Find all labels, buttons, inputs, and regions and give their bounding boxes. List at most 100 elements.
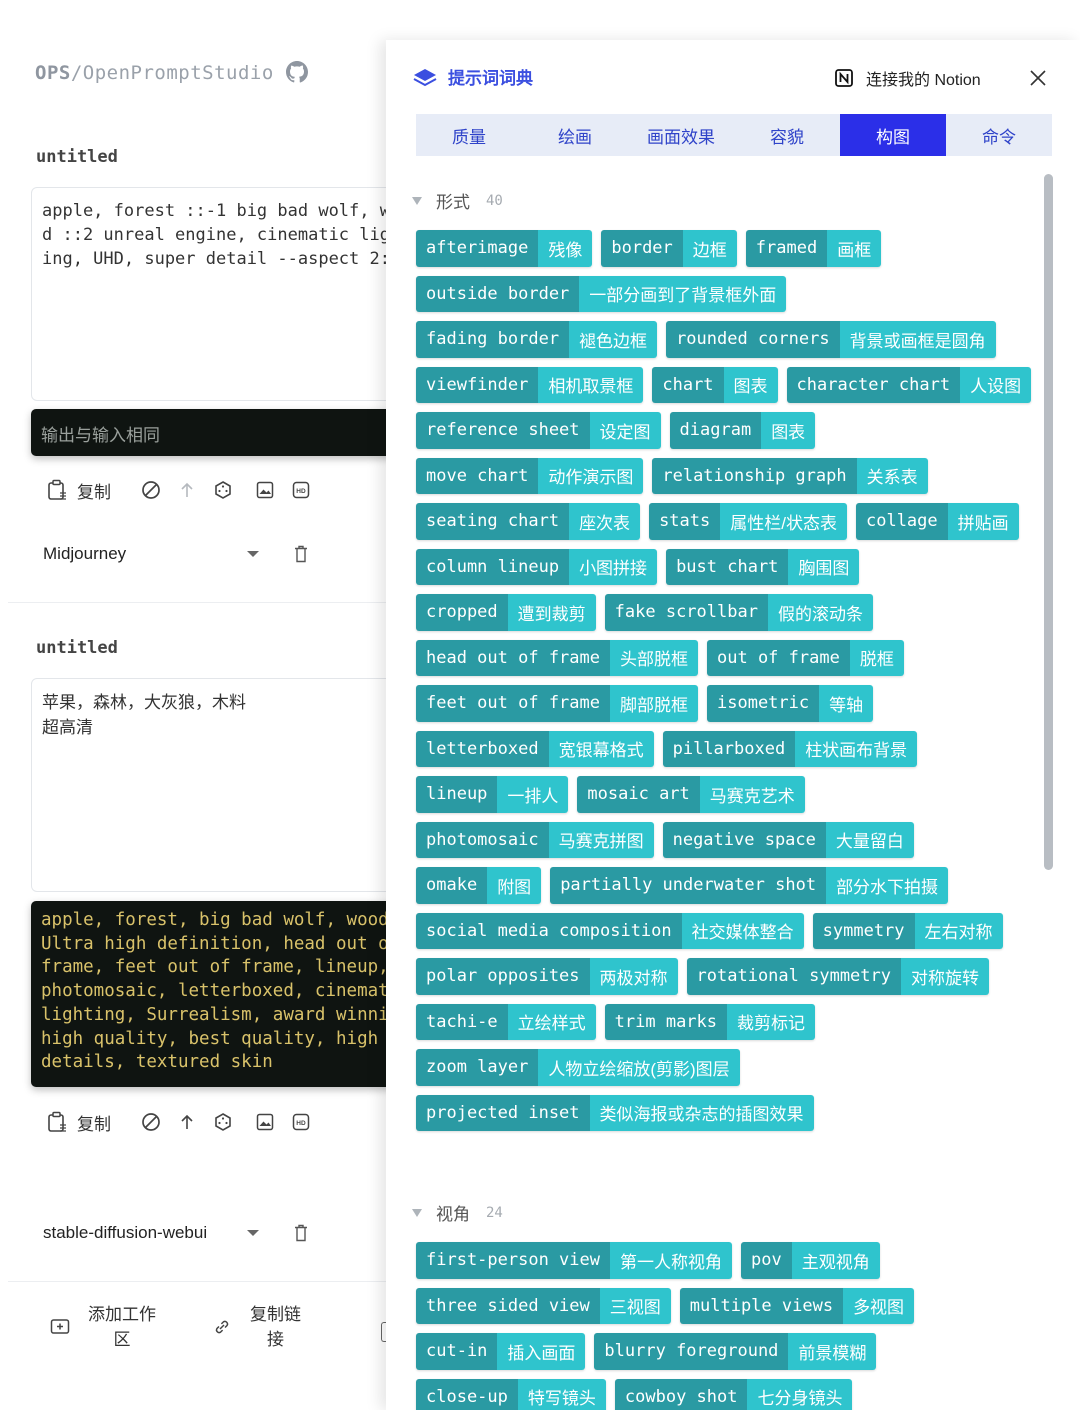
prompt-tag[interactable]: lineup 一排人	[416, 776, 569, 813]
copy-button[interactable]: 复制	[31, 1102, 127, 1142]
prompt-tag[interactable]: negative space 大量留白	[662, 821, 914, 858]
tab-composition[interactable]: 构图	[840, 114, 946, 156]
tab-visual-effect[interactable]: 画面效果	[628, 114, 734, 156]
prompt-toolbar: 复制 HD	[31, 470, 319, 510]
tab-quality[interactable]: 质量	[416, 114, 522, 156]
prompt-tag[interactable]: border 边框	[601, 230, 737, 267]
prompt-tag[interactable]: rounded corners 背景或画框是圆角	[666, 321, 996, 358]
upload-button[interactable]	[169, 470, 205, 510]
prompt-tag[interactable]: relationship graph 关系表	[652, 457, 928, 494]
prompt-tag[interactable]: tachi-e 立绘样式	[416, 1003, 596, 1040]
prompt-input[interactable]: apple, forest ::-1 big bad wolf, wood d :…	[31, 187, 386, 401]
connect-notion-button[interactable]: 连接我的 Notion	[834, 60, 981, 96]
prompt-tag[interactable]: pillarboxed 柱状画布背景	[662, 730, 918, 767]
workspace-title[interactable]: untitled	[36, 638, 118, 658]
hd-button[interactable]: HD	[283, 1102, 319, 1142]
prompt-tag[interactable]: first-person view 第一人称视角	[416, 1242, 732, 1279]
app-brand[interactable]: OPS/OpenPromptStudio	[35, 62, 274, 84]
prompt-tag[interactable]: isometric 等轴	[707, 685, 874, 722]
prompt-tag[interactable]: pov 主观视角	[741, 1242, 880, 1279]
prompt-tag[interactable]: collage 拼贴画	[855, 503, 1019, 540]
copy-label: 复制	[77, 1114, 111, 1134]
scrollbar[interactable]	[1044, 174, 1053, 870]
prompt-tag[interactable]: close-up 特写镜头	[416, 1378, 606, 1410]
prompt-tag[interactable]: column lineup 小图拼接	[416, 548, 658, 585]
prompt-tag[interactable]: outside border 一部分画到了背景框外面	[416, 275, 787, 312]
add-workspace-button[interactable]: 添加工作区	[50, 1302, 156, 1352]
prompt-tag[interactable]: omake 附图	[416, 867, 542, 904]
prompt-tag[interactable]: cut-in 插入画面	[416, 1333, 586, 1370]
prompt-tag[interactable]: three sided view 三视图	[416, 1287, 671, 1324]
tag-english: partially underwater shot	[550, 867, 827, 904]
tag-chinese: 褪色边框	[569, 321, 658, 358]
prompt-tag[interactable]: trim marks 裁剪标记	[604, 1003, 816, 1040]
prompt-tag[interactable]: afterimage 残像	[416, 230, 593, 267]
prompt-tag[interactable]: character chart 人设图	[786, 366, 1032, 403]
prompt-tag[interactable]: mosaic art 马赛克艺术	[577, 776, 805, 813]
tag-english: rotational symmetry	[686, 958, 901, 995]
generator-row: stable-diffusion-webui	[31, 1211, 331, 1255]
tab-painting[interactable]: 绘画	[522, 114, 628, 156]
prompt-tag[interactable]: framed 画框	[745, 230, 882, 267]
clear-button[interactable]	[133, 1102, 169, 1142]
tab-commands[interactable]: 命令	[946, 114, 1052, 156]
random-button[interactable]	[205, 1102, 241, 1142]
clear-button[interactable]	[133, 470, 169, 510]
close-button[interactable]	[1024, 64, 1052, 92]
section-header[interactable]: 视角 24	[412, 1200, 503, 1225]
prompt-tag[interactable]: cowboy shot 七分身镜头	[614, 1378, 853, 1410]
tag-chinese: 三视图	[599, 1287, 671, 1324]
tag-english: trim marks	[604, 1003, 728, 1040]
prompt-tag[interactable]: letterboxed 宽银幕格式	[416, 730, 654, 767]
prompt-tag[interactable]: diagram 图表	[669, 412, 816, 449]
prompt-tag[interactable]: fake scrollbar 假的滚动条	[604, 594, 873, 631]
prompt-dictionary-panel: 提示词词典 连接我的 Notion 质量 绘画 画面效果 容貌 构图 命令 形式…	[386, 40, 1080, 1410]
tag-english: pov	[741, 1242, 792, 1279]
delete-button[interactable]	[281, 532, 321, 576]
prompt-tag[interactable]: symmetry 左右对称	[812, 912, 1003, 949]
delete-button[interactable]	[281, 1211, 321, 1255]
prompt-tag[interactable]: viewfinder 相机取景框	[416, 366, 644, 403]
section-header[interactable]: 形式 40	[412, 188, 503, 213]
prompt-tag[interactable]: rotational symmetry 对称旋转	[686, 958, 989, 995]
prompt-tag[interactable]: zoom layer 人物立绘缩放(剪影)图层	[416, 1049, 740, 1086]
prompt-tag[interactable]: feet out of frame 脚部脱框	[416, 685, 698, 722]
tab-appearance[interactable]: 容貌	[734, 114, 840, 156]
prompt-tag[interactable]: reference sheet 设定图	[416, 412, 661, 449]
image-button[interactable]	[247, 1102, 283, 1142]
github-icon[interactable]	[286, 61, 308, 83]
prompt-tag[interactable]: chart 图表	[652, 366, 778, 403]
upload-button[interactable]	[169, 1102, 205, 1142]
generator-select[interactable]: Midjourney	[31, 532, 271, 576]
tag-chinese: 左右对称	[914, 912, 1003, 949]
prompt-tag[interactable]: seating chart 座次表	[416, 503, 641, 540]
prompt-tag[interactable]: polar opposites 两极对称	[416, 958, 678, 995]
prompt-tag[interactable]: fading border 褪色边框	[416, 321, 658, 358]
prompt-tag[interactable]: multiple views 多视图	[679, 1287, 915, 1324]
prompt-tag[interactable]: move chart 动作演示图	[416, 457, 644, 494]
prompt-tag[interactable]: bust chart 胸围图	[666, 548, 860, 585]
copy-link-button[interactable]: 复制链接	[212, 1302, 301, 1352]
workspace-title[interactable]: untitled	[36, 147, 118, 167]
prompt-tag[interactable]: partially underwater shot 部分水下拍摄	[550, 867, 949, 904]
tag-english: multiple views	[679, 1287, 844, 1324]
prompt-input[interactable]: 苹果，森林，大灰狼，木料 超高清	[31, 678, 386, 892]
prompt-tag[interactable]: out of frame 脱框	[707, 639, 904, 676]
prompt-output[interactable]: 输出与输入相同	[31, 409, 386, 456]
hd-button[interactable]: HD	[283, 470, 319, 510]
prompt-tag[interactable]: blurry foreground 前景模糊	[594, 1333, 877, 1370]
prompt-tag[interactable]: projected inset 类似海报或杂志的插图效果	[416, 1094, 814, 1131]
link-icon	[215, 1320, 229, 1334]
copy-button[interactable]: 复制	[31, 470, 127, 510]
prompt-tag[interactable]: stats 属性栏/状态表	[649, 503, 847, 540]
random-button[interactable]	[205, 470, 241, 510]
prompt-tag[interactable]: photomosaic 马赛克拼图	[416, 821, 654, 858]
tag-chinese: 人设图	[960, 366, 1032, 403]
prompt-tag[interactable]: cropped 遭到裁剪	[416, 594, 596, 631]
prompt-tag[interactable]: social media composition 社交媒体整合	[416, 912, 804, 949]
prompt-output[interactable]: apple, forest, big bad wolf, wood Ultra h…	[31, 901, 386, 1087]
tag-english: framed	[745, 230, 828, 267]
generator-select[interactable]: stable-diffusion-webui	[31, 1211, 271, 1255]
prompt-tag[interactable]: head out of frame 头部脱框	[416, 639, 698, 676]
image-button[interactable]	[247, 470, 283, 510]
